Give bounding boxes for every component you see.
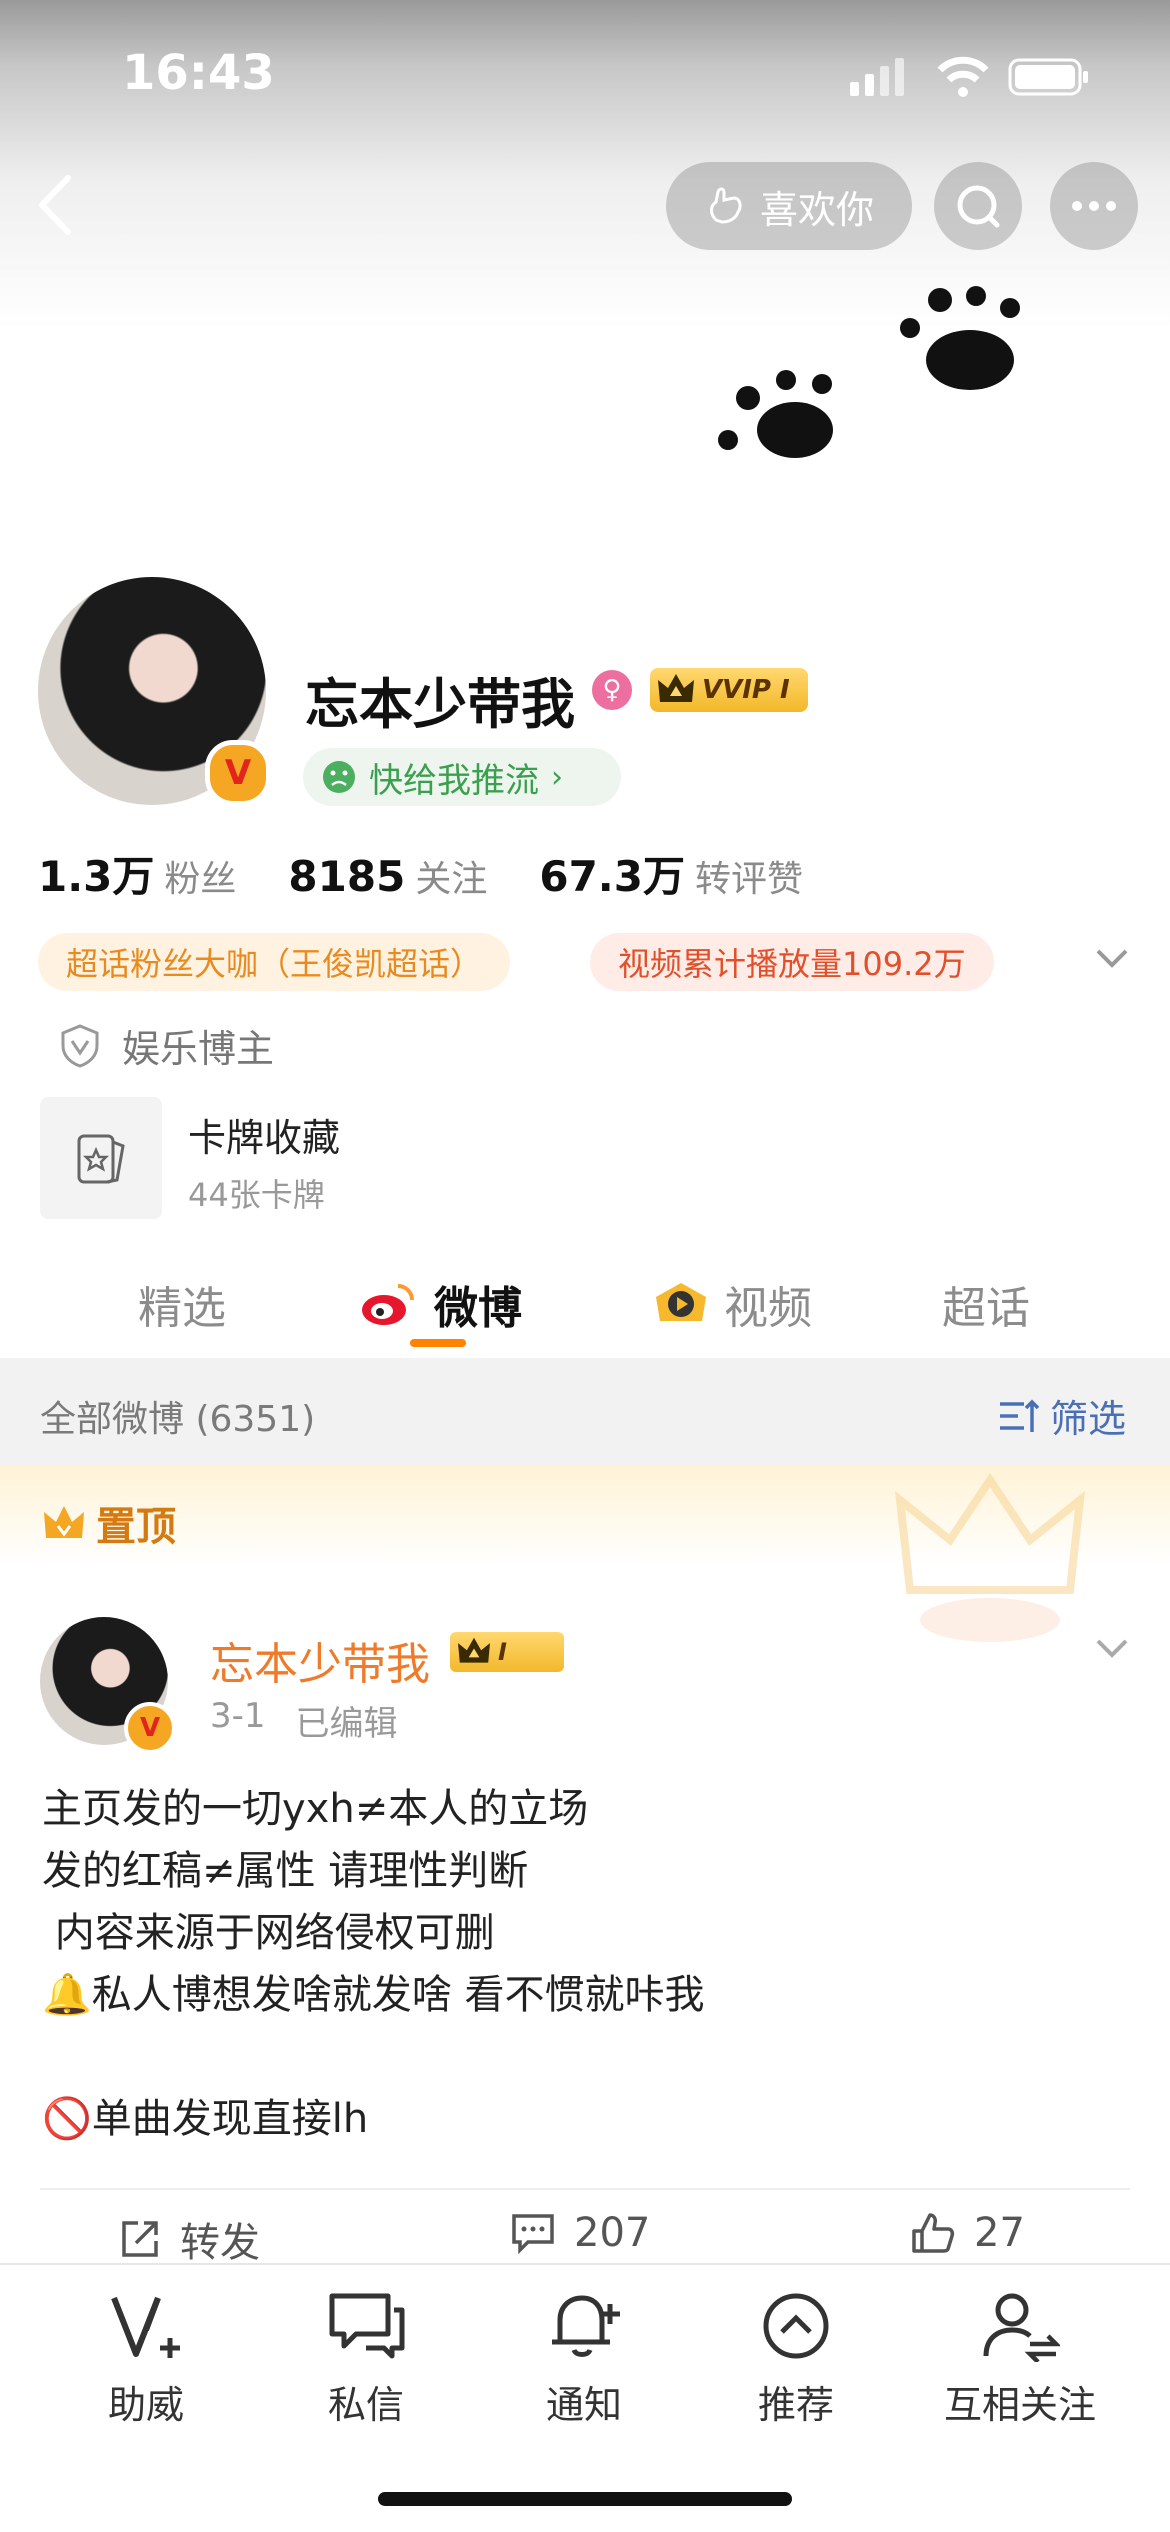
tab-supertopic[interactable]: 超话 [942, 1272, 1030, 1336]
card-icon [77, 1134, 125, 1184]
repost-button[interactable]: 转发 [118, 2210, 260, 2268]
post-date: 3-1 [210, 1696, 266, 1736]
tab-featured[interactable]: 精选 [138, 1272, 226, 1336]
post-line [42, 2026, 705, 2088]
more-button[interactable] [1050, 162, 1138, 250]
filter-icon [1000, 1399, 1040, 1432]
sad-face-icon [323, 761, 355, 793]
search-button[interactable] [934, 162, 1022, 250]
like-label: 喜欢你 [759, 187, 874, 232]
promo-button[interactable]: 快给我推流 › [303, 748, 621, 806]
post-line: 内容来源于网络侵权可删 [42, 1910, 495, 1956]
post-body[interactable]: 主页发的一切yxh≠本人的立场 发的红稿≠属性 请理性判断 内容来源于网络侵权可… [42, 1778, 705, 2150]
post-edited[interactable]: 已编辑 [296, 1696, 398, 1745]
pinned-crown-icon [44, 1506, 84, 1538]
profile-tabs: 精选 微博 视频 超话 [0, 1250, 1170, 1350]
v-plus-icon [111, 2296, 180, 2358]
filter-button[interactable]: 筛选 [996, 1388, 1126, 1443]
bell-plus-icon [552, 2295, 620, 2357]
tag-video-views[interactable]: 视频累计播放量109.2万 [590, 933, 994, 991]
hand-icon [709, 187, 742, 224]
post-verified-badge-icon: V [124, 1702, 176, 1754]
post-line: 🔔私人博想发啥就发啥 看不惯就咔我 [42, 1972, 705, 2018]
verified-badge-icon: V [205, 740, 271, 806]
category-row[interactable]: 娱乐博主 [60, 1018, 274, 1073]
post-meta: 3-1 已编辑 [210, 1696, 398, 1745]
nav-messages[interactable]: 私信 [276, 2290, 456, 2429]
tab-video[interactable]: 视频 [652, 1272, 812, 1336]
profile-stats: 1.3万 粉丝 8185 关注 67.3万 转评赞 [38, 843, 803, 904]
category-label: 娱乐博主 [122, 1027, 275, 1071]
crown-icon [658, 674, 694, 702]
video-icon [656, 1283, 706, 1321]
shield-v-icon [61, 1023, 99, 1068]
comment-icon [512, 2214, 554, 2254]
card-collection-count: 44张卡牌 [188, 1176, 325, 1214]
all-posts-count[interactable]: 全部微博 (6351) [40, 1390, 315, 1442]
weibo-icon [362, 1284, 414, 1325]
tag-superfan[interactable]: 超话粉丝大咖（王俊凯超话） [38, 933, 511, 991]
search-icon [957, 185, 1000, 228]
nav-notifications[interactable]: 通知 [494, 2290, 674, 2429]
profile-name: 忘本少带我 [305, 673, 575, 736]
post-line: 发的红稿≠属性 请理性判断 [42, 1848, 529, 1894]
status-time: 16:43 [122, 45, 275, 101]
back-icon[interactable] [28, 170, 88, 240]
active-tab-indicator [410, 1339, 466, 1347]
message-icon [329, 2293, 405, 2359]
like-button[interactable]: 喜欢你 [666, 162, 912, 250]
tab-weibo[interactable]: 微博 [360, 1272, 522, 1336]
chevron-up-circle-icon [763, 2293, 829, 2359]
repost-icon [122, 2221, 158, 2257]
thumbs-up-icon [912, 2213, 955, 2253]
vvip-label: VVIP Ⅰ [702, 675, 790, 705]
stat-interactions[interactable]: 67.3万 转评赞 [539, 843, 803, 904]
female-icon: ♀ [592, 670, 632, 710]
card-collection-thumbnail[interactable] [40, 1097, 162, 1219]
stat-following[interactable]: 8185 关注 [288, 850, 487, 902]
chevron-right-icon: › [551, 759, 563, 795]
nav-cheer[interactable]: 助威 [56, 2290, 236, 2429]
user-exchange-icon [983, 2293, 1062, 2364]
post-menu-chevron-icon[interactable] [1092, 1633, 1132, 1663]
divider [40, 2188, 1130, 2190]
post-line: 🚫单曲发现直接lh [42, 2096, 369, 2142]
crown-icon [458, 1637, 490, 1663]
vvip-badge[interactable]: VVIP Ⅰ [650, 668, 808, 712]
crown-decoration-icon [894, 1472, 1086, 1642]
status-icons [850, 56, 1088, 97]
paw-prints-decoration [718, 286, 1020, 458]
post-crown-badge[interactable]: Ⅰ [450, 1632, 564, 1672]
post-line: 主页发的一切yxh≠本人的立场 [42, 1786, 589, 1832]
chevron-down-icon[interactable] [1092, 943, 1132, 973]
promo-label: 快给我推流 [369, 760, 539, 801]
like-post-button[interactable]: 27 [910, 2210, 1025, 2256]
comment-button[interactable]: 207 [510, 2210, 650, 2256]
more-icon [1072, 201, 1116, 211]
stat-fans[interactable]: 1.3万 粉丝 [38, 843, 236, 904]
card-collection-title[interactable]: 卡牌收藏 [188, 1107, 340, 1162]
pinned-label: 置顶 [42, 1494, 176, 1552]
home-indicator[interactable] [378, 2492, 792, 2506]
post-author-name[interactable]: 忘本少带我 [210, 1628, 430, 1692]
nav-mutual-follow[interactable]: 互相关注 [930, 2290, 1110, 2429]
nav-recommend[interactable]: 推荐 [706, 2290, 886, 2429]
